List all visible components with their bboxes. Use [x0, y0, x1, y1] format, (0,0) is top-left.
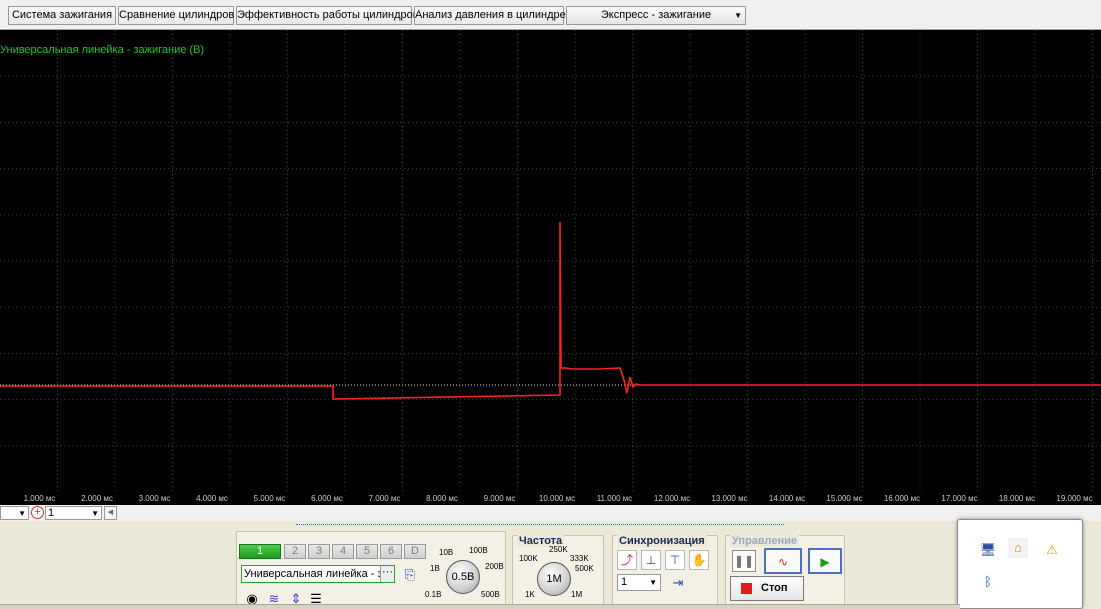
network-icon[interactable]: 🖥	[978, 540, 998, 560]
tab-ignition-system[interactable]: Система зажигания	[8, 6, 116, 25]
bluetooth-icon[interactable]: ᛒ	[978, 572, 998, 592]
run-icon[interactable]: ▶	[808, 548, 842, 574]
channel-row: ▼ + 1 ▼ ◀	[0, 505, 1101, 521]
trigger-up-icon[interactable]: ⊥	[641, 550, 661, 570]
stop-button[interactable]: Стоп	[730, 576, 804, 601]
voltage-label-200v: 200В	[485, 562, 504, 571]
trigger-down-icon[interactable]: ⊤	[665, 550, 685, 570]
frequency-knob[interactable]: 1M	[537, 562, 571, 596]
time-tick-label: 7.000 мс	[368, 494, 401, 503]
control-panel: 1 2 3 4 5 6 D Универсальная линейка - за…	[0, 521, 1101, 609]
voltage-label-100v: 100В	[469, 546, 488, 555]
single-shot-icon[interactable]: ∿	[764, 548, 802, 574]
time-tick-label: 15.000 мс	[826, 494, 863, 503]
freq-label-1m: 1M	[571, 590, 583, 599]
app-window: Система зажигания Сравнение цилиндров Эф…	[0, 0, 1101, 609]
time-tick-label: 1.000 мс	[23, 494, 56, 503]
time-tick-label: 2.000 мс	[81, 494, 113, 503]
channel-button-2[interactable]: 2	[284, 544, 306, 559]
time-tick-label: 3.000 мс	[138, 494, 171, 503]
sync-title: Синхронизация	[617, 535, 707, 547]
chevron-down-icon: ▼	[734, 11, 742, 20]
trace-dropdown[interactable]: ▼	[0, 506, 29, 520]
time-tick-label: 13.000 мс	[711, 494, 748, 503]
time-tick-label: 16.000 мс	[883, 494, 921, 503]
auto-trigger-icon[interactable]: ✋	[689, 550, 709, 570]
time-tick-label: 17.000 мс	[941, 494, 978, 503]
freq-label-333k: 333K	[570, 554, 589, 563]
warning-icon[interactable]: ⚠	[1042, 540, 1062, 560]
status-bar	[0, 604, 960, 609]
voltage-knob[interactable]: 0.5В	[446, 560, 480, 594]
time-tick-label: 4.000 мс	[196, 494, 228, 503]
time-axis: 1.000 мс 2.000 мс 3.000 мс 4.000 мс 5.000 мс…	[0, 492, 1101, 505]
panel-splitter[interactable]	[296, 524, 784, 527]
time-tick-label: 11.000 мс	[596, 494, 633, 503]
rising-edge-icon[interactable]: ⤴	[617, 550, 637, 570]
trace-title: Универсальная линейка - зажигание (В)	[0, 44, 205, 56]
voltage-label-0-1v: 0.1В	[425, 590, 442, 599]
sync-channel-dropdown[interactable]: 1 ▼	[617, 574, 661, 591]
frequency-group: Частота 250K 100K 333K 500K 1K 1M 1M	[512, 535, 604, 609]
channel-button-6[interactable]: 6	[380, 544, 402, 559]
control-title: Управление	[730, 535, 800, 547]
channel-dropdown[interactable]: 1 ▼	[45, 506, 102, 520]
waveform-canvas	[0, 30, 1101, 492]
mode-select-value: Экспресс - зажигание	[600, 9, 712, 21]
voltage-label-10v: 10В	[439, 548, 454, 557]
stop-icon	[741, 583, 752, 594]
scroll-left-button[interactable]: ◀	[104, 506, 117, 520]
channel-group: 1 2 3 4 5 6 D Универсальная линейка - за…	[236, 531, 506, 609]
more-icon[interactable]: ···	[380, 566, 394, 582]
freq-label-1k: 1K	[525, 590, 535, 599]
time-tick-label: 10.000 мс	[538, 494, 576, 503]
time-tick-label: 6.000 мс	[311, 494, 343, 503]
tab-cylinder-pressure[interactable]: Анализ давления в цилиндре	[414, 6, 566, 25]
freq-label-100k: 100K	[519, 554, 538, 563]
voltage-trace	[0, 221, 1101, 400]
tray-popup: 🖥 ⌂ ⚠ ᛒ	[957, 519, 1083, 609]
time-tick-label: 14.000 мс	[768, 494, 806, 503]
time-tick-label: 5.000 мс	[253, 494, 286, 503]
stop-label: Стоп	[761, 582, 788, 594]
mode-select[interactable]: Экспресс - зажигание ▼	[566, 6, 746, 25]
channel-name-field[interactable]: Универсальная линейка - заж ···	[241, 565, 395, 583]
channel-button-4[interactable]: 4	[332, 544, 354, 559]
time-tick-label: 9.000 мс	[483, 494, 516, 503]
pause-icon[interactable]: ❚❚	[732, 550, 756, 572]
time-tick-label: 19.000 мс	[1056, 494, 1093, 503]
chevron-down-icon: ▼	[91, 509, 99, 518]
control-group: Управление ❚❚ ∿ ▶ Стоп	[725, 535, 845, 609]
freq-label-250k: 250K	[549, 545, 568, 554]
probe-icon[interactable]: ⎘	[401, 566, 419, 584]
tab-cylinder-efficiency[interactable]: Эффективность работы цилиндров	[236, 6, 419, 25]
channel-button-5[interactable]: 5	[356, 544, 378, 559]
tab-bar: Система зажигания Сравнение цилиндров Эф…	[0, 0, 1101, 30]
channel-dropdown-value: 1	[48, 507, 55, 519]
time-tick-label: 8.000 мс	[426, 494, 458, 503]
channel-button-3[interactable]: 3	[308, 544, 330, 559]
voltage-label-1v: 1В	[430, 564, 440, 573]
channel-button-d[interactable]: D	[404, 544, 426, 559]
channel-button-1[interactable]: 1	[239, 544, 281, 559]
sync-group: Синхронизация ⤴ ⊥ ⊤ ✋ 1 ▼ ⇥	[612, 535, 718, 609]
oscilloscope-display[interactable]: Универсальная линейка - зажигание (В)	[0, 30, 1101, 492]
chevron-down-icon: ▼	[649, 578, 657, 587]
safely-remove-icon[interactable]: ⌂	[1008, 538, 1028, 558]
time-tick-label: 18.000 мс	[998, 494, 1036, 503]
sync-position-icon[interactable]: ⇥	[669, 574, 687, 592]
chevron-down-icon: ▼	[18, 509, 26, 518]
time-tick-label: 12.000 мс	[653, 494, 691, 503]
add-channel-icon[interactable]: +	[31, 506, 44, 519]
sync-channel-value: 1	[621, 576, 628, 588]
tab-cylinder-comparison[interactable]: Сравнение цилиндров	[118, 6, 234, 25]
voltage-label-500v: 500В	[481, 590, 500, 599]
freq-label-500k: 500K	[575, 564, 594, 573]
channel-name-value: Универсальная линейка - заж	[244, 568, 395, 580]
